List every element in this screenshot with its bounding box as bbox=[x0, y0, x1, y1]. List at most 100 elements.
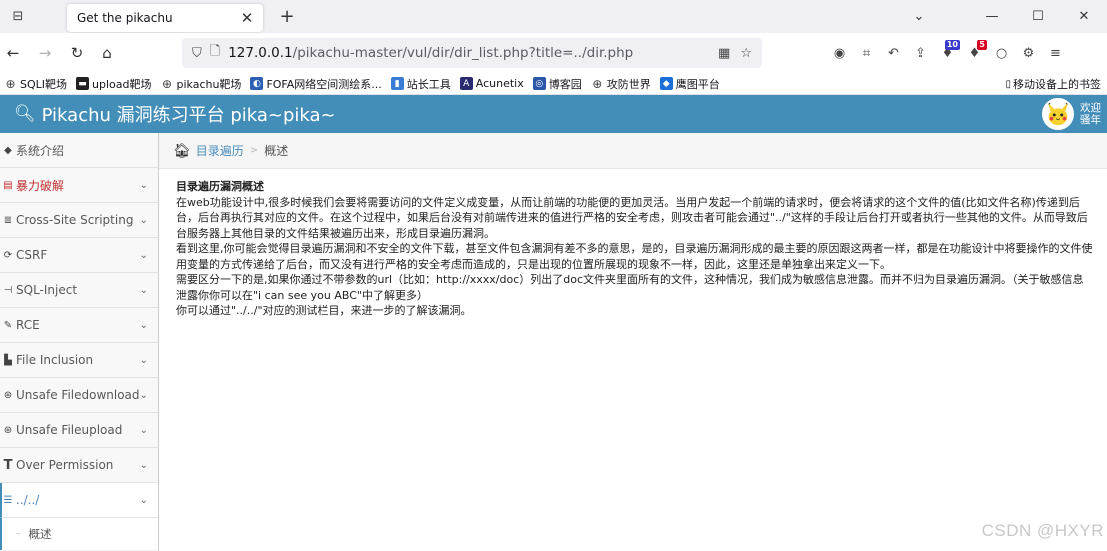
bookmark-item[interactable]: ⊕ 攻防世界 bbox=[591, 76, 651, 92]
bookmark-star-icon[interactable]: ☆ bbox=[740, 46, 752, 61]
share-icon[interactable]: ⇪ bbox=[907, 41, 934, 65]
download-icon: ⊛ bbox=[3, 389, 13, 401]
globe-icon: ⊕ bbox=[5, 76, 16, 91]
breadcrumb-separator: > bbox=[249, 145, 259, 156]
close-tab-icon[interactable]: ✕ bbox=[239, 9, 255, 27]
article-paragraph: 看到这里,你可能会觉得目录遍历漏洞和不安全的文件下载，甚至文件包含漏洞有差不多的… bbox=[176, 242, 1093, 271]
bookmark-item[interactable]: ◐ FOFA网络空间测绘系... bbox=[250, 76, 382, 92]
chart-icon: ▮ bbox=[390, 77, 404, 90]
menu-icon[interactable]: ≡ bbox=[1042, 41, 1069, 65]
mobile-bookmarks[interactable]: ▯ 移动设备上的书签 bbox=[1005, 73, 1101, 95]
sidebar-item[interactable]: ⊣ SQL-Inject ⌄ bbox=[0, 273, 158, 308]
sidebar-item[interactable]: ✎ RCE ⌄ bbox=[0, 308, 158, 343]
upload-icon: ⊛ bbox=[3, 424, 13, 436]
sidebar-item[interactable]: ≣ Cross-Site Scripting ⌄ bbox=[0, 203, 158, 238]
maximize-icon[interactable]: ☐ bbox=[1015, 0, 1061, 33]
bookmark-item[interactable]: ⊕ SQLI靶场 bbox=[4, 76, 67, 92]
breadcrumb-link[interactable]: 目录遍历 bbox=[196, 142, 244, 159]
article-title: 目录遍历漏洞概述 bbox=[176, 180, 264, 193]
sidebar-subitem[interactable]: – 概述 bbox=[0, 518, 158, 550]
sidebar-item-label: 暴力破解 bbox=[16, 178, 65, 193]
sidebar-item[interactable]: ⟳ CSRF ⌄ bbox=[0, 238, 158, 273]
bookmark-item[interactable]: ◆ 鹰图平台 bbox=[659, 76, 720, 92]
avatar bbox=[1042, 98, 1074, 130]
pikachu-avatar-icon bbox=[1044, 100, 1072, 128]
crop-icon[interactable]: ⌗ bbox=[853, 41, 880, 65]
breadcrumb: 🏠︎ 目录遍历 > 概述 bbox=[159, 133, 1107, 169]
extension-hackbar-icon[interactable]: ♦ 5 bbox=[961, 40, 988, 65]
sidebar-item[interactable]: ▤ 暴力破解 ⌄ bbox=[0, 168, 158, 203]
bookmark-item[interactable]: A Acunetix bbox=[459, 77, 524, 90]
sidebar-item[interactable]: ◆ 系统介绍 bbox=[0, 133, 158, 168]
key-icon: 🔍︎ bbox=[14, 104, 36, 124]
reload-icon[interactable]: ↻ bbox=[64, 44, 90, 62]
tags-icon: ◆ bbox=[4, 144, 12, 156]
article-paragraph: 需要区分一下的是,如果你通过不带参数的url（比如：http://xxxx/do… bbox=[176, 273, 1084, 302]
page-icon[interactable]: 🗋 bbox=[210, 42, 220, 64]
chevron-down-icon: ⌄ bbox=[139, 459, 148, 471]
app-header: 🔍︎ Pikachu 漏洞练习平台 pika~pika~ 欢迎 骚年 bbox=[0, 95, 1107, 133]
bookmark-item[interactable]: ▮ 站长工具 bbox=[390, 76, 451, 92]
back-icon[interactable]: ← bbox=[0, 44, 26, 62]
mobile-icon: ▯ bbox=[1005, 78, 1011, 90]
refresh-icon: ⟳ bbox=[3, 249, 13, 261]
account-icon[interactable]: ◉ bbox=[826, 41, 853, 65]
url-text[interactable]: 127.0.0.1/pikachu-master/vul/dir/dir_lis… bbox=[228, 45, 708, 61]
undo-icon[interactable]: ↶ bbox=[880, 41, 907, 65]
browser-nav-bar: ← → ↻ ⌂ ⛉ 🗋 127.0.0.1/pikachu-master/vul… bbox=[0, 33, 1107, 73]
qr-code-icon[interactable]: ▦ bbox=[718, 46, 730, 61]
chevron-down-icon: ⌄ bbox=[139, 249, 148, 261]
sidebar-item-label: CSRF bbox=[16, 248, 48, 262]
folder-icon: ▬ bbox=[76, 77, 90, 90]
watermark: CSDN @HXYR bbox=[981, 521, 1104, 540]
bookmark-item[interactable]: ◎ 博客园 bbox=[532, 76, 582, 92]
main-content: 🏠︎ 目录遍历 > 概述 目录遍历漏洞概述 在web功能设计中,很多时候我们会要… bbox=[159, 133, 1107, 551]
breadcrumb-current: 概述 bbox=[264, 144, 289, 158]
forward-icon[interactable]: → bbox=[32, 44, 58, 62]
sidebar-item-label: SQL-Inject bbox=[16, 283, 78, 297]
blog-icon: ◎ bbox=[532, 77, 546, 90]
sidebar: ◆ 系统介绍 ▤ 暴力破解 ⌄ ≣ Cross-Site Scripting ⌄ ⟳ CSRF ⌄ ⊣… bbox=[0, 133, 159, 551]
bookmarks-bar: ⊕ SQLI靶场 ▬ upload靶场 ⊕ pikachu靶场 ◐ FOFA网络空间测绘系..… bbox=[0, 73, 1107, 95]
menu-icon: ☰ bbox=[3, 494, 13, 506]
close-window-icon[interactable]: ✕ bbox=[1061, 0, 1107, 33]
sidebar-item-label: Over Permission bbox=[16, 458, 114, 472]
chevron-down-icon: ⌄ bbox=[139, 389, 148, 401]
home-icon[interactable]: 🏠︎ bbox=[173, 143, 191, 159]
bookmark-item[interactable]: ⊕ pikachu靶场 bbox=[160, 76, 241, 92]
url-bar[interactable]: ⛉ 🗋 127.0.0.1/pikachu-master/vul/dir/dir… bbox=[182, 38, 762, 68]
xss-icon: ≣ bbox=[3, 214, 13, 226]
tab-list-icon[interactable]: ⊟ bbox=[0, 0, 36, 33]
sidebar-item-label: RCE bbox=[16, 318, 40, 332]
translate-icon[interactable]: ⚙ bbox=[1015, 41, 1042, 65]
home-icon[interactable]: ⌂ bbox=[94, 44, 120, 62]
article-paragraph: 在web功能设计中,很多时候我们会要将需要访问的文件定义成变量，从而让前端的功能… bbox=[176, 195, 1088, 240]
inject-icon: ⊣ bbox=[3, 284, 13, 296]
chevron-down-icon: ⌄ bbox=[139, 179, 148, 191]
globe-icon: ⊕ bbox=[592, 76, 603, 91]
acunetix-icon: A bbox=[459, 77, 473, 90]
browser-tab[interactable]: Get the pikachu ✕ bbox=[67, 4, 263, 32]
eagle-icon: ◆ bbox=[659, 77, 673, 90]
user-menu[interactable]: 欢迎 骚年 bbox=[1042, 97, 1101, 131]
list-all-tabs-icon[interactable]: ⌄ bbox=[899, 0, 939, 33]
shield-icon[interactable]: ⛉ bbox=[192, 46, 202, 61]
chevron-down-icon: ⌄ bbox=[139, 494, 148, 506]
sidebar-item[interactable]: ⊛ Unsafe Filedownload ⌄ bbox=[0, 378, 158, 413]
circle-extension-icon[interactable]: ○ bbox=[988, 41, 1015, 65]
bookmark-item[interactable]: ▬ upload靶场 bbox=[76, 76, 151, 92]
sidebar-item-label: File Inclusion bbox=[16, 353, 94, 367]
window-controls: ⌄ — ☐ ✕ bbox=[899, 0, 1107, 33]
new-tab-icon[interactable]: + bbox=[277, 6, 297, 27]
article: 目录遍历漏洞概述 在web功能设计中,很多时候我们会要将需要访问的文件定义成变量… bbox=[159, 169, 1107, 319]
minimize-icon[interactable]: — bbox=[969, 0, 1015, 33]
sidebar-item[interactable]: ☰ ../../ ⌄ bbox=[0, 483, 158, 518]
extension-ublock-icon[interactable]: ♦ 10 bbox=[934, 40, 961, 65]
sidebar-item[interactable]: ⊛ Unsafe Fileupload ⌄ bbox=[0, 413, 158, 448]
chevron-down-icon: ⌄ bbox=[139, 319, 148, 331]
sidebar-item[interactable]: ▙ File Inclusion ⌄ bbox=[0, 343, 158, 378]
t-icon: T bbox=[3, 457, 13, 473]
brand[interactable]: 🔍︎ Pikachu 漏洞练习平台 pika~pika~ bbox=[14, 101, 336, 127]
chevron-down-icon: ⌄ bbox=[139, 424, 148, 436]
sidebar-item[interactable]: T Over Permission ⌄ bbox=[0, 448, 158, 483]
